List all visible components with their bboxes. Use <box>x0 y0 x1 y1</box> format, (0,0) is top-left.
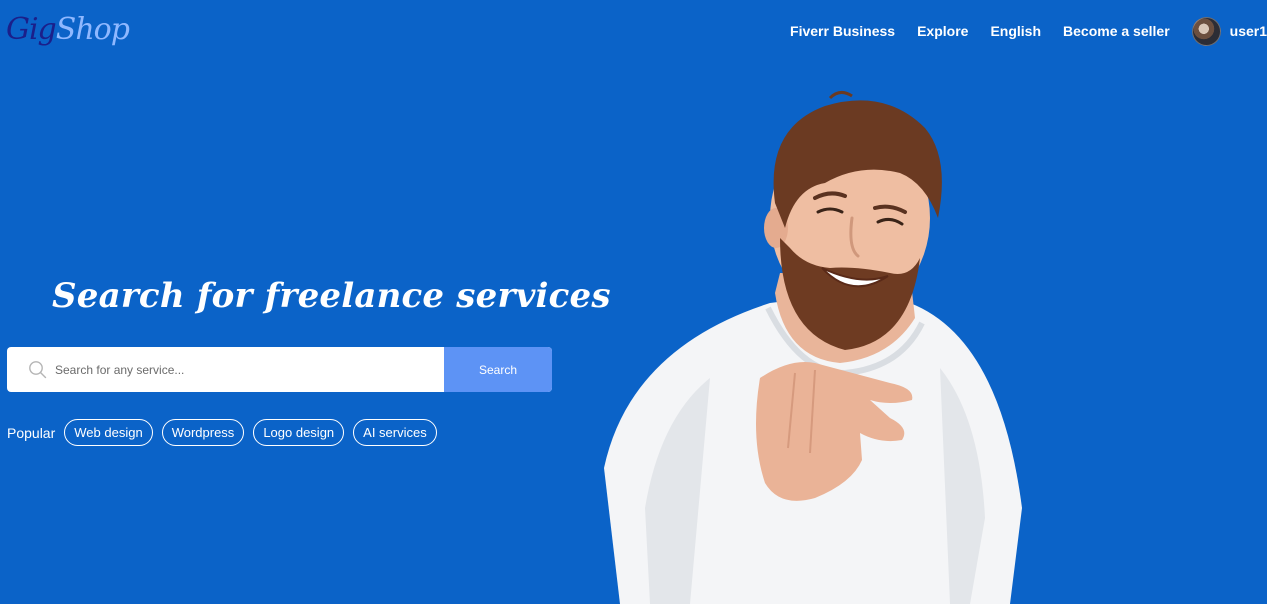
logo-part-gig: Gig <box>6 12 57 47</box>
nav-link-explore[interactable]: Explore <box>917 23 968 39</box>
tag-wordpress[interactable]: Wordpress <box>161 419 245 446</box>
nav-links: Fiverr Business Explore English Become a… <box>790 16 1267 46</box>
search-bar: Search <box>7 347 552 392</box>
nav-link-language[interactable]: English <box>990 23 1041 39</box>
logo-part-shop: Shop <box>55 12 130 47</box>
search-icon <box>7 347 51 392</box>
popular-tags: Popular Web design Wordpress Logo design… <box>7 419 437 446</box>
user-menu[interactable]: user1 <box>1191 16 1267 46</box>
hero-person-image <box>604 91 1022 604</box>
tag-ai-services[interactable]: AI services <box>353 419 437 446</box>
username: user1 <box>1229 23 1267 39</box>
search-button[interactable]: Search <box>444 347 552 392</box>
nav-link-become-seller[interactable]: Become a seller <box>1063 23 1170 39</box>
tag-logo-design[interactable]: Logo design <box>253 419 345 446</box>
logo[interactable]: GigShop <box>6 10 130 50</box>
search-input[interactable] <box>51 347 444 392</box>
navbar: GigShop Fiverr Business Explore English … <box>0 0 1267 64</box>
avatar[interactable] <box>1191 16 1221 46</box>
popular-label: Popular <box>7 424 56 441</box>
tag-web-design[interactable]: Web design <box>64 419 153 446</box>
hero-title: Search for freelance services <box>52 276 611 316</box>
nav-link-fiverr-business[interactable]: Fiverr Business <box>790 23 895 39</box>
